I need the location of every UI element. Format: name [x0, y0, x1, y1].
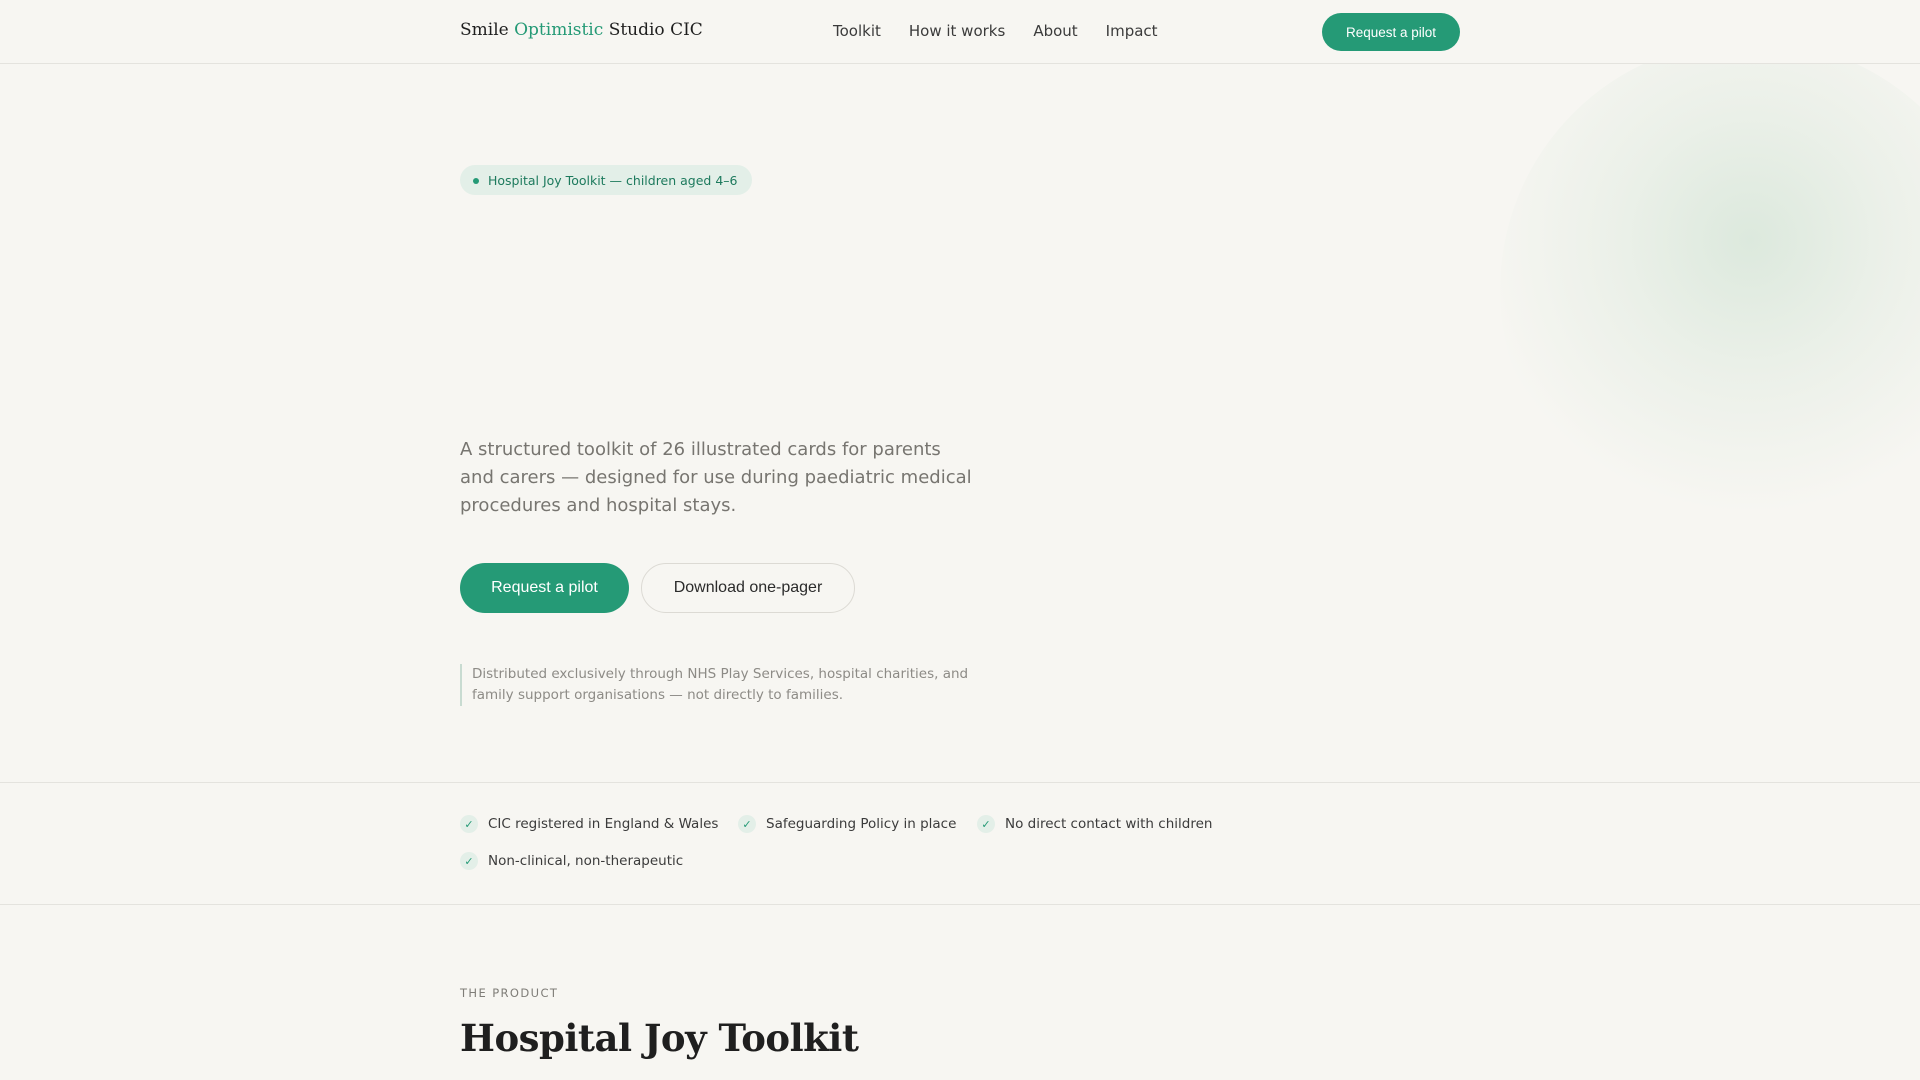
- nav-link-toolkit[interactable]: Toolkit: [833, 22, 881, 40]
- brand-logo[interactable]: Smile Optimistic Studio CIC: [460, 20, 703, 40]
- trust-item: ✓ CIC registered in England & Wales: [460, 815, 718, 833]
- distribution-note: Distributed exclusively through NHS Play…: [460, 664, 980, 706]
- page: Smile Optimistic Studio CIC Toolkit How …: [0, 0, 1920, 1080]
- trust-strip: ✓ CIC registered in England & Wales ✓ Sa…: [0, 782, 1920, 905]
- product-badge: Hospital Joy Toolkit — children aged 4–6: [460, 165, 752, 195]
- nav-link-impact[interactable]: Impact: [1106, 22, 1158, 40]
- section-title: Hospital Joy Toolkit: [460, 1016, 859, 1060]
- site-header: Smile Optimistic Studio CIC Toolkit How …: [0, 0, 1920, 64]
- download-one-pager-button[interactable]: Download one-pager: [641, 563, 855, 613]
- main-nav: Toolkit How it works About Impact: [833, 22, 1186, 40]
- check-icon: ✓: [738, 815, 756, 833]
- brand-name-accent: Optimistic: [514, 20, 604, 40]
- check-icon: ✓: [460, 815, 478, 833]
- badge-label: Hospital Joy Toolkit — children aged 4–6: [488, 172, 738, 188]
- brand-name-end: Studio CIC: [608, 20, 703, 40]
- request-pilot-button[interactable]: Request a pilot: [460, 563, 629, 613]
- hero-description: A structured toolkit of 26 illustrated c…: [460, 439, 972, 516]
- section-eyebrow: THE PRODUCT: [460, 986, 559, 1000]
- trust-item-label: CIC registered in England & Wales: [488, 816, 719, 832]
- check-icon: ✓: [460, 852, 478, 870]
- brand-name-start: Smile: [460, 20, 509, 40]
- nav-link-about[interactable]: About: [1033, 22, 1077, 40]
- trust-item: ✓ No direct contact with children: [977, 815, 1212, 833]
- trust-item-label: Non-clinical, non-therapeutic: [488, 853, 684, 869]
- header-request-pilot-button[interactable]: Request a pilot: [1322, 13, 1460, 51]
- check-icon: ✓: [977, 815, 995, 833]
- badge-dot-icon: [473, 178, 479, 184]
- nav-link-how-it-works[interactable]: How it works: [909, 22, 1005, 40]
- trust-item-label: Safeguarding Policy in place: [766, 816, 957, 832]
- trust-item-label: No direct contact with children: [1005, 816, 1213, 832]
- trust-item: ✓ Non-clinical, non-therapeutic: [460, 852, 683, 870]
- trust-item: ✓ Safeguarding Policy in place: [738, 815, 956, 833]
- decorative-glow: [1500, 40, 1920, 540]
